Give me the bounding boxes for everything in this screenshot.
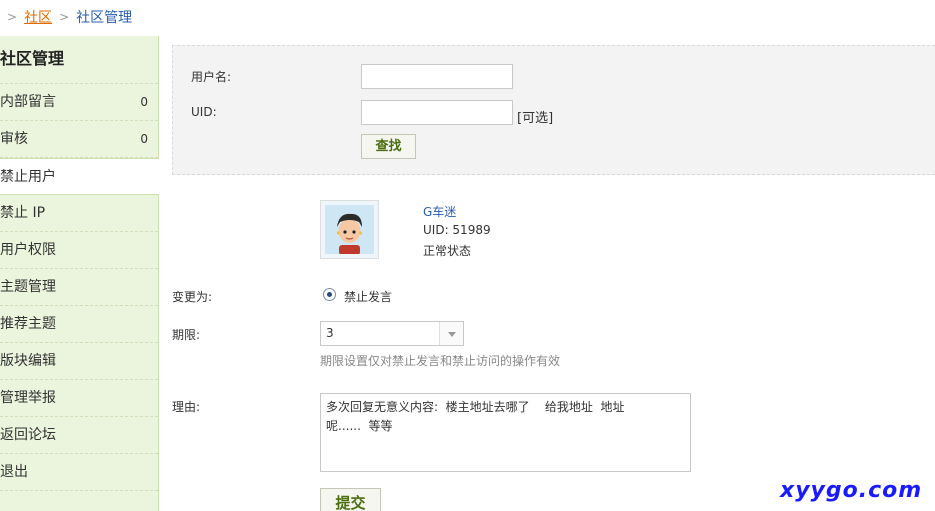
sidebar-item-count: 0 [140, 132, 148, 146]
sidebar-item-label: 推荐主题 [0, 316, 56, 332]
chevron-right-icon: > [59, 10, 70, 24]
sidebar-item-label: 主题管理 [0, 279, 56, 295]
sidebar-item-label: 禁止用户 [0, 169, 56, 185]
period-select[interactable]: 3 [320, 321, 464, 346]
watermark: xyygo.com [780, 478, 923, 503]
chevron-right-icon: > [7, 10, 18, 24]
username-input[interactable] [361, 64, 513, 89]
sidebar-item-ban-ip[interactable]: 禁止 IP [0, 195, 158, 232]
sidebar-title: 社区管理 [0, 36, 158, 84]
user-avatar-icon [325, 205, 374, 255]
sidebar-item-label: 内部留言 [0, 94, 56, 110]
uid-optional-hint: [可选] [517, 111, 554, 126]
page: > 社区 > 社区管理 社区管理 内部留言 0 审核 0 禁止用户 禁止 IP … [0, 0, 935, 511]
sidebar-item-label: 用户权限 [0, 242, 56, 258]
breadcrumb: > 社区 > 社区管理 [0, 0, 935, 34]
sidebar-item-label: 退出 [0, 464, 28, 480]
ban-post-radio[interactable] [323, 288, 336, 301]
chevron-down-icon [439, 322, 463, 345]
sidebar-item-label: 管理举报 [0, 390, 56, 406]
sidebar-item-count: 0 [140, 95, 148, 109]
sidebar-item-label: 返回论坛 [0, 427, 56, 443]
user-status: 正常状态 [423, 244, 472, 258]
breadcrumb-current: 社区管理 [76, 10, 133, 26]
uid-label: UID: [191, 105, 217, 119]
username-label: 用户名: [191, 70, 232, 84]
change-label: 变更为: [172, 290, 213, 304]
search-button[interactable]: 查找 [361, 134, 416, 159]
sidebar-item-review[interactable]: 审核 0 [0, 121, 158, 158]
sidebar-item-messages[interactable]: 内部留言 0 [0, 84, 158, 121]
sidebar-item-user-permissions[interactable]: 用户权限 [0, 232, 158, 269]
sidebar-item-forum-edit[interactable]: 版块编辑 [0, 343, 158, 380]
search-panel: 用户名: UID: [可选] 查找 [172, 45, 935, 175]
ban-post-option-label: 禁止发言 [344, 290, 393, 304]
period-label: 期限: [172, 328, 201, 342]
sidebar-item-label: 版块编辑 [0, 353, 56, 369]
sidebar: 社区管理 内部留言 0 审核 0 禁止用户 禁止 IP 用户权限 主题管理 推荐… [0, 36, 159, 511]
sidebar-item-logout[interactable]: 退出 [0, 454, 158, 491]
avatar [320, 200, 379, 259]
user-uid: UID: 51989 [423, 223, 491, 237]
breadcrumb-home-link[interactable]: 社区 [24, 7, 52, 27]
sidebar-item-label: 禁止 IP [0, 205, 46, 221]
sidebar-item-ban-user[interactable]: 禁止用户 [0, 158, 159, 195]
sidebar-item-back-to-forum[interactable]: 返回论坛 [0, 417, 158, 454]
period-note: 期限设置仅对禁止发言和禁止访问的操作有效 [320, 354, 561, 368]
sidebar-item-label: 审核 [0, 131, 28, 147]
reason-label: 理由: [172, 400, 201, 414]
user-name-link[interactable]: G车迷 [423, 203, 456, 220]
sidebar-item-reports[interactable]: 管理举报 [0, 380, 158, 417]
sidebar-item-thread-manage[interactable]: 主题管理 [0, 269, 158, 306]
reason-textarea[interactable]: 多次回复无意义内容: 楼主地址去哪了 给我地址 地址 呢...... 等等 [320, 393, 691, 472]
submit-button[interactable]: 提交 [320, 488, 381, 511]
sidebar-item-recommend-thread[interactable]: 推荐主题 [0, 306, 158, 343]
period-select-value: 3 [326, 326, 334, 340]
uid-input[interactable] [361, 100, 513, 125]
